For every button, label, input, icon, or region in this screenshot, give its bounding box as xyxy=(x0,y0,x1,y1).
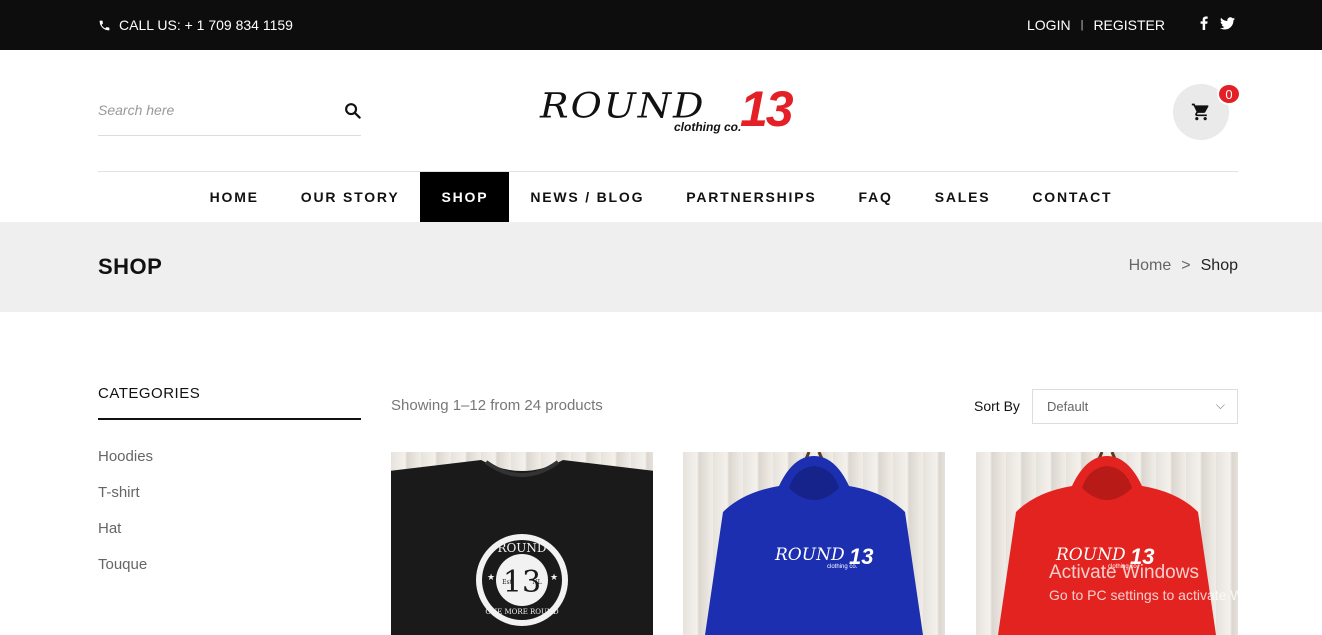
print-sub: clothing co. xyxy=(827,564,858,570)
chevron-down-icon: ⌵ xyxy=(1215,398,1225,412)
product-image-hoodie-blue: ROUND 13 clothing co. xyxy=(705,452,923,635)
print-word: ROUND xyxy=(497,541,546,555)
categories-heading: CATEGORIES xyxy=(98,385,201,402)
register-link[interactable]: REGISTER xyxy=(1093,17,1165,33)
print-tagline: ONE MORE ROUND xyxy=(485,608,559,616)
result-count: Showing 1–12 from 24 products xyxy=(391,397,603,414)
breadcrumb: Home > Shop xyxy=(1129,257,1238,275)
product-image-hoodie-red: ROUND 13 clothing co. xyxy=(998,452,1216,635)
main-nav: HOME OUR STORY SHOP NEWS / BLOG PARTNERS… xyxy=(0,172,1322,222)
svg-text:★: ★ xyxy=(487,572,495,582)
product-card[interactable]: ROUND 13 clothing co. xyxy=(683,452,945,635)
category-tshirt[interactable]: T-shirt xyxy=(98,484,153,520)
facebook-icon[interactable] xyxy=(1200,16,1208,30)
print-word: ROUND xyxy=(774,545,845,565)
call-us-text: CALL US: + 1 709 834 1159 xyxy=(119,17,293,33)
category-hoodies[interactable]: Hoodies xyxy=(98,448,153,484)
nav-home[interactable]: HOME xyxy=(189,172,280,222)
nav-shop[interactable]: SHOP xyxy=(420,172,510,222)
category-hat[interactable]: Hat xyxy=(98,520,153,556)
nav-our-story[interactable]: OUR STORY xyxy=(280,172,421,222)
sort-label: Sort By xyxy=(974,398,1020,414)
page-header: SHOP Home > Shop xyxy=(0,222,1322,312)
print-small-left: Est xyxy=(502,579,512,586)
top-bar: CALL US: + 1 709 834 1159 LOGIN | REGIST… xyxy=(0,0,1322,50)
print-word: ROUND xyxy=(1055,545,1126,565)
svg-text:★: ★ xyxy=(550,572,558,582)
site-logo[interactable]: ROUND 13 clothing co. xyxy=(540,81,800,140)
logo-subtitle: clothing co. xyxy=(674,120,742,134)
print-sub: clothing co. xyxy=(1108,564,1139,570)
cart-button[interactable]: 0 xyxy=(1173,83,1241,140)
sort-value: Default xyxy=(1047,399,1089,414)
cart-icon xyxy=(1191,103,1209,121)
nav-news-blog[interactable]: NEWS / BLOG xyxy=(509,172,665,222)
product-card[interactable]: ROUND 13 Est NL ONE MORE ROUND ★ ★ xyxy=(391,452,653,635)
product-card[interactable]: ROUND 13 clothing co. xyxy=(976,452,1238,635)
twitter-icon[interactable] xyxy=(1220,16,1235,30)
nav-partnerships[interactable]: PARTNERSHIPS xyxy=(665,172,837,222)
login-link[interactable]: LOGIN xyxy=(1027,17,1071,33)
nav-sales[interactable]: SALES xyxy=(914,172,1012,222)
page-title: SHOP xyxy=(98,254,163,279)
breadcrumb-separator: > xyxy=(1181,257,1191,274)
sort-select[interactable]: Default ⌵ xyxy=(1032,389,1238,424)
logo-number: 13 xyxy=(740,81,794,137)
auth-separator: | xyxy=(1080,19,1084,31)
print-small-right: NL xyxy=(532,579,541,586)
search-icon[interactable] xyxy=(344,102,361,119)
cart-count-badge: 0 xyxy=(1217,83,1241,105)
search-box xyxy=(98,90,361,136)
product-image-tshirt: ROUND 13 Est NL ONE MORE ROUND ★ ★ xyxy=(391,460,653,635)
breadcrumb-current: Shop xyxy=(1200,257,1238,274)
phone-icon xyxy=(99,20,110,30)
nav-faq[interactable]: FAQ xyxy=(838,172,914,222)
category-list: Hoodies T-shirt Hat Touque xyxy=(98,448,153,592)
category-touque[interactable]: Touque xyxy=(98,556,153,592)
breadcrumb-home[interactable]: Home xyxy=(1129,257,1172,275)
nav-contact[interactable]: CONTACT xyxy=(1011,172,1133,222)
call-us[interactable]: CALL US: + 1 709 834 1159 xyxy=(98,17,293,33)
categories-underline xyxy=(98,418,361,420)
search-input[interactable] xyxy=(98,90,318,130)
